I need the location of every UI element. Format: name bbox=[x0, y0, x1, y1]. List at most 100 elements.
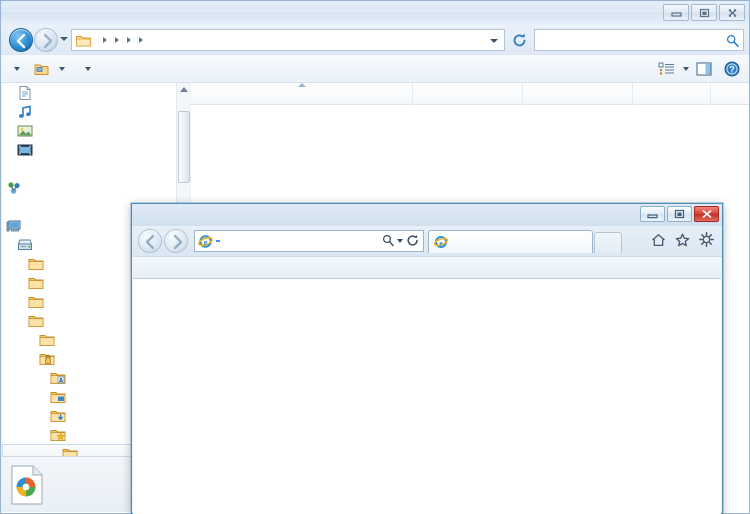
explorer-toolbar: ? bbox=[1, 55, 749, 83]
documents-icon bbox=[19, 85, 31, 100]
view-dropdown-icon[interactable] bbox=[683, 66, 689, 71]
folder-icon bbox=[28, 258, 44, 270]
user-folder-icon bbox=[39, 353, 55, 365]
sort-ascending-icon bbox=[298, 83, 306, 87]
computer-icon bbox=[6, 220, 21, 231]
explorer-maximize-button[interactable] bbox=[691, 4, 717, 21]
ie-close-button[interactable] bbox=[694, 206, 719, 222]
ie-window-controls bbox=[640, 206, 719, 222]
ie-new-tab-button[interactable] bbox=[594, 232, 622, 253]
column-header-type[interactable] bbox=[523, 83, 633, 105]
breadcrumb-arrow-icon[interactable] bbox=[127, 37, 131, 43]
breadcrumb-segment-2[interactable] bbox=[121, 39, 125, 41]
print-button[interactable] bbox=[98, 58, 112, 80]
ie-address-bar[interactable]: e bbox=[194, 230, 424, 252]
breadcrumb-arrow-icon[interactable] bbox=[139, 37, 143, 43]
column-header-name[interactable] bbox=[191, 83, 413, 105]
internet-explorer-window: e e bbox=[131, 203, 723, 514]
tree-item-homegroup[interactable] bbox=[2, 178, 190, 197]
column-headers bbox=[191, 83, 749, 105]
svg-text:?: ? bbox=[729, 64, 735, 74]
breadcrumb-segment-0[interactable] bbox=[97, 39, 101, 41]
contacts-icon bbox=[50, 372, 66, 384]
folder-icon bbox=[39, 334, 55, 346]
column-header-date[interactable] bbox=[413, 83, 523, 105]
homegroup-icon bbox=[8, 181, 20, 194]
ie-tool-icons bbox=[651, 232, 714, 247]
ie-document-icon bbox=[11, 464, 43, 505]
ie-favorites-bar bbox=[132, 256, 722, 278]
ie-back-button[interactable] bbox=[138, 229, 162, 253]
open-button[interactable] bbox=[27, 58, 72, 80]
pictures-icon bbox=[17, 125, 33, 136]
breadcrumb-segment-1[interactable] bbox=[109, 39, 113, 41]
svg-text:e: e bbox=[204, 238, 208, 247]
help-icon: ? bbox=[724, 61, 740, 76]
ie-logo-icon: e bbox=[198, 234, 213, 248]
tools-gear-icon[interactable] bbox=[699, 232, 714, 247]
explorer-close-button[interactable] bbox=[719, 4, 745, 21]
tree-item-documents[interactable] bbox=[2, 83, 190, 102]
preview-pane-button[interactable] bbox=[691, 57, 717, 80]
forward-button[interactable] bbox=[34, 28, 58, 52]
breadcrumb-dropdown-icon[interactable] bbox=[490, 39, 498, 43]
explorer-toolbar-right: ? bbox=[653, 57, 745, 80]
ie-titlebar bbox=[132, 204, 722, 226]
scrollbar-thumb[interactable] bbox=[178, 111, 190, 183]
open-icon bbox=[34, 64, 49, 75]
chevron-down-icon bbox=[85, 66, 91, 71]
favorites-icon bbox=[50, 429, 66, 441]
ie-navigation-row: e e bbox=[132, 226, 722, 256]
view-options-icon bbox=[658, 62, 674, 75]
tree-item-music[interactable] bbox=[2, 102, 190, 121]
refresh-icon[interactable] bbox=[406, 234, 419, 247]
share-with-button[interactable] bbox=[72, 58, 98, 80]
back-button[interactable] bbox=[9, 28, 33, 52]
scroll-up-icon[interactable] bbox=[180, 87, 188, 92]
explorer-titlebar bbox=[1, 1, 749, 25]
ie-logo-icon: e bbox=[434, 236, 448, 248]
folder-icon bbox=[76, 35, 91, 46]
recent-pages-dropdown-icon[interactable] bbox=[60, 37, 68, 41]
ie-minimize-button[interactable] bbox=[640, 206, 665, 222]
chevron-down-icon bbox=[14, 66, 20, 71]
search-provider-dropdown-icon[interactable] bbox=[397, 238, 403, 243]
search-box[interactable] bbox=[534, 29, 744, 51]
breadcrumb-arrow-icon[interactable] bbox=[103, 37, 107, 43]
videos-icon bbox=[17, 144, 33, 155]
refresh-button[interactable] bbox=[508, 29, 530, 51]
column-header-size[interactable] bbox=[633, 83, 711, 105]
breadcrumb-arrow-icon[interactable] bbox=[115, 37, 119, 43]
explorer-address-row bbox=[1, 25, 749, 55]
ie-address-icons bbox=[382, 234, 419, 247]
explorer-minimize-button[interactable] bbox=[663, 4, 689, 21]
organize-button[interactable] bbox=[1, 58, 27, 80]
new-folder-button[interactable] bbox=[112, 58, 126, 80]
folder-icon bbox=[28, 315, 44, 327]
breadcrumb[interactable] bbox=[71, 29, 505, 51]
view-options-button[interactable] bbox=[653, 57, 679, 80]
folder-icon bbox=[28, 277, 44, 289]
downloads-icon bbox=[50, 410, 66, 422]
tree-item-pictures[interactable] bbox=[2, 121, 190, 140]
ie-maximize-button[interactable] bbox=[667, 206, 692, 222]
breadcrumb-segment-4[interactable] bbox=[145, 39, 149, 41]
ie-page-content bbox=[133, 278, 721, 514]
drive-icon bbox=[17, 239, 33, 250]
folder-icon bbox=[28, 296, 44, 308]
explorer-window-controls bbox=[663, 4, 745, 21]
ie-tab[interactable]: e bbox=[428, 230, 593, 253]
search-icon[interactable] bbox=[382, 234, 394, 247]
ie-url-text[interactable] bbox=[216, 240, 220, 242]
favorites-star-icon[interactable] bbox=[675, 233, 690, 247]
help-button[interactable]: ? bbox=[719, 57, 745, 80]
chevron-down-icon bbox=[59, 66, 65, 71]
tree-item-videos[interactable] bbox=[2, 140, 190, 159]
desktop-icon bbox=[50, 391, 66, 403]
breadcrumb-segment-3[interactable] bbox=[133, 39, 137, 41]
music-icon bbox=[19, 104, 31, 118]
home-icon[interactable] bbox=[651, 233, 666, 247]
ie-forward-button[interactable] bbox=[164, 229, 188, 253]
search-icon bbox=[726, 34, 739, 47]
